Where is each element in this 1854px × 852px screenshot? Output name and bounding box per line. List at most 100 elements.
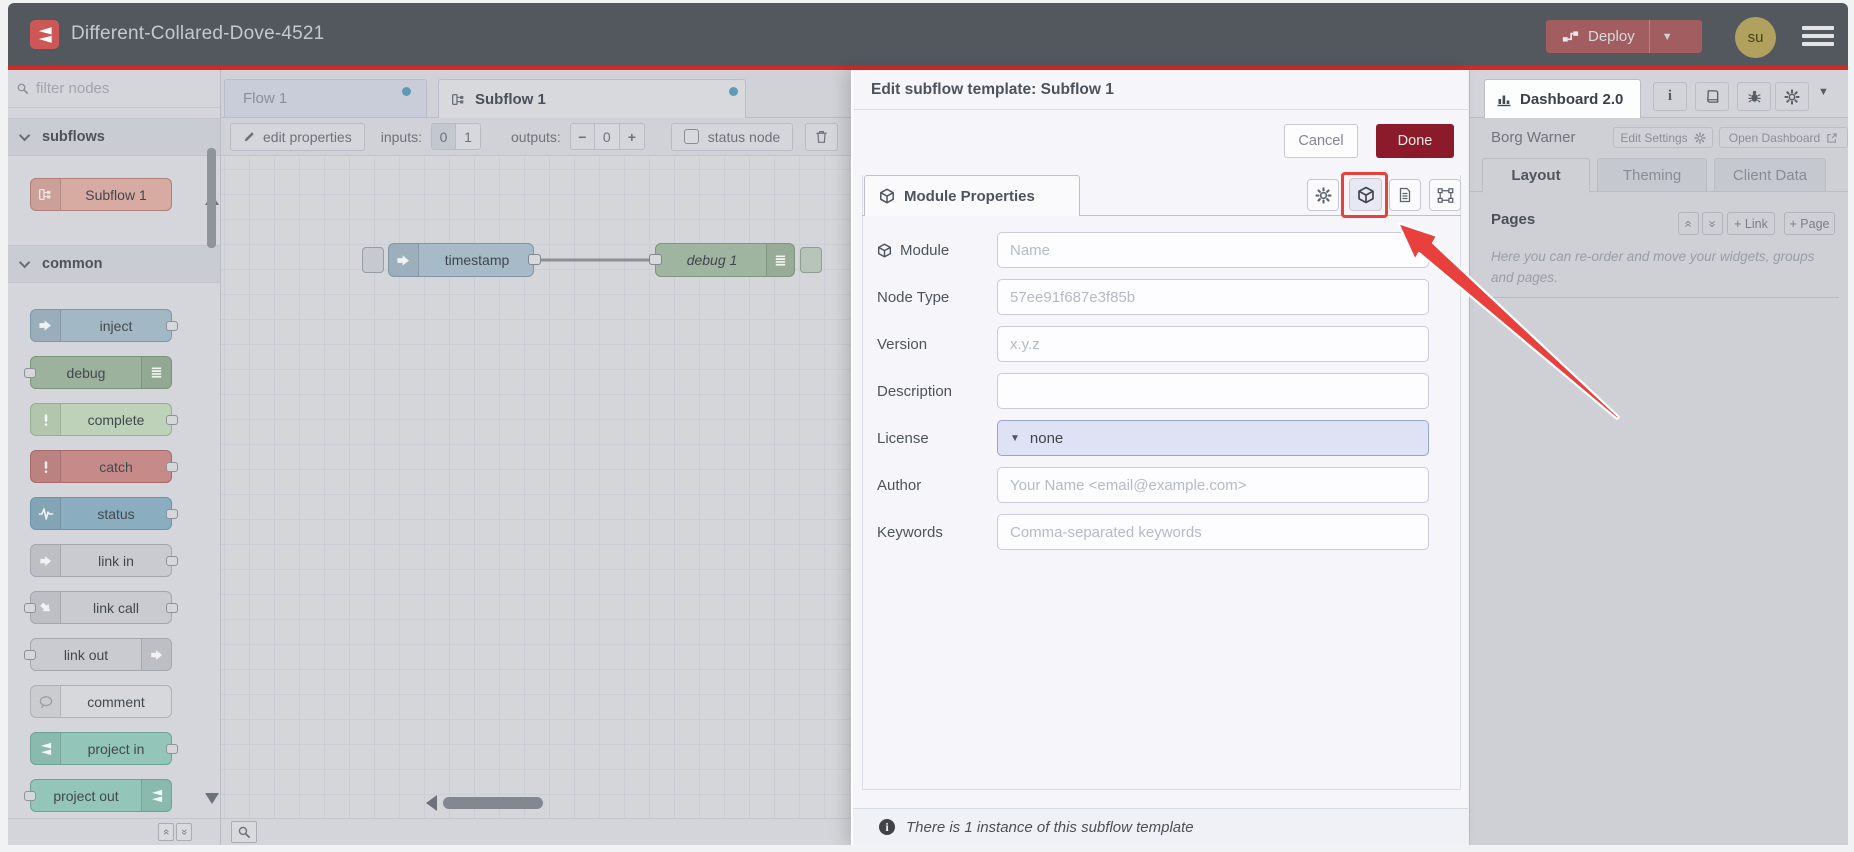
tab-module-properties[interactable]: Module Properties: [864, 175, 1080, 216]
divider: [1491, 297, 1839, 298]
complete-icon: [31, 404, 61, 435]
input-port[interactable]: [649, 254, 662, 265]
palette-node-catch[interactable]: catch: [30, 450, 178, 483]
palette-collapse-up-button[interactable]: «: [158, 823, 174, 841]
canvas-node-timestamp[interactable]: timestamp: [388, 243, 534, 277]
palette-node-subflow-1[interactable]: Subflow 1: [30, 178, 172, 211]
inputs-one-button[interactable]: 1: [455, 123, 481, 150]
trash-icon: [814, 129, 829, 144]
inject-icon: [389, 244, 419, 276]
delete-subflow-button[interactable]: [805, 122, 839, 151]
description-label: Description: [877, 382, 953, 400]
debug-icon: [141, 357, 171, 388]
inject-trigger-button[interactable]: [362, 247, 384, 273]
deploy-button[interactable]: Deploy ▼: [1546, 20, 1702, 53]
canvas-scroll-left-icon[interactable]: [426, 795, 437, 811]
sidebar-more-tabs-button[interactable]: ▼: [1818, 86, 1829, 98]
canvas-horizontal-scrollbar[interactable]: [443, 797, 543, 809]
chevron-down-icon: [18, 256, 31, 269]
project-out-icon: [141, 780, 171, 811]
help-tab-button[interactable]: [1695, 82, 1729, 111]
palette-node-debug[interactable]: debug: [24, 356, 172, 389]
version-input[interactable]: [997, 326, 1429, 362]
config-tab-button[interactable]: [1775, 82, 1809, 111]
open-dashboard-button[interactable]: Open Dashboard: [1719, 127, 1848, 148]
search-icon: [16, 82, 29, 95]
output-port[interactable]: [528, 254, 541, 265]
info-tab-button[interactable]: i: [1653, 82, 1687, 111]
palette-node-project-out[interactable]: project out: [24, 779, 172, 812]
user-avatar[interactable]: su: [1735, 17, 1776, 58]
tab-layout[interactable]: Layout: [1482, 158, 1590, 193]
flow-canvas[interactable]: timestamp debug 1: [221, 156, 851, 818]
tab-client-data[interactable]: Client Data: [1714, 158, 1826, 192]
debug-enable-toggle[interactable]: [800, 247, 822, 273]
output-port: [166, 321, 178, 331]
info-icon: i: [879, 819, 895, 835]
chevron-down-icon: ▼: [1010, 432, 1020, 444]
description-tab-button[interactable]: [1389, 179, 1421, 211]
main-menu-button[interactable]: [1802, 26, 1834, 47]
add-page-button[interactable]: + Page: [1784, 212, 1835, 235]
palette-node-project-in[interactable]: project in: [30, 732, 178, 765]
gear-icon: [1784, 89, 1800, 105]
palette-collapse-down-button[interactable]: »: [176, 823, 192, 841]
done-button[interactable]: Done: [1376, 124, 1454, 158]
author-input[interactable]: [997, 467, 1429, 503]
node-palette: filter nodes subflows Subflow 1 common i…: [8, 70, 221, 818]
palette-node-link-in[interactable]: link in: [30, 544, 178, 577]
add-link-button[interactable]: + Link: [1727, 212, 1775, 235]
edit-properties-tab-button[interactable]: [1307, 179, 1339, 211]
status-node-toggle[interactable]: status node: [670, 122, 794, 151]
palette-scroll-down-icon[interactable]: [205, 793, 219, 804]
external-link-icon: [1826, 132, 1838, 144]
palette-node-status[interactable]: status: [30, 497, 178, 530]
outputs-decrease-button[interactable]: −: [569, 123, 595, 150]
palette-node-link-call[interactable]: link call: [24, 591, 178, 624]
link-out-icon: [141, 639, 171, 670]
canvas-node-debug-1[interactable]: debug 1: [655, 243, 795, 277]
deploy-icon: [1562, 28, 1579, 45]
move-up-button[interactable]: «: [1678, 212, 1699, 235]
node-type-label: Node Type: [877, 288, 950, 306]
unsaved-changes-dot: [402, 87, 411, 96]
palette-node-link-out[interactable]: link out: [24, 638, 172, 671]
palette-scrollbar[interactable]: [207, 148, 216, 248]
bug-icon: [1747, 89, 1762, 104]
input-port: [24, 368, 36, 378]
cube-icon: [879, 188, 895, 204]
module-input[interactable]: [997, 232, 1429, 268]
tab-subflow-1[interactable]: Subflow 1: [438, 79, 746, 118]
palette-search[interactable]: filter nodes: [8, 70, 220, 108]
palette-category-subflows[interactable]: subflows: [8, 118, 220, 156]
appearance-tab-button[interactable]: [1429, 179, 1461, 211]
subflow-icon: [451, 92, 466, 107]
license-select[interactable]: ▼ none: [997, 420, 1429, 456]
project-title: Different-Collared-Dove-4521: [71, 23, 325, 44]
document-icon: [1397, 187, 1413, 203]
debug-tab-button[interactable]: [1737, 82, 1771, 111]
palette-node-complete[interactable]: complete: [30, 403, 178, 436]
edit-properties-button[interactable]: edit properties: [230, 122, 365, 151]
status-node-checkbox[interactable]: [683, 129, 699, 144]
node-type-input[interactable]: [997, 279, 1429, 315]
description-input[interactable]: [997, 373, 1429, 409]
palette-footer: « »: [8, 818, 221, 845]
cancel-button[interactable]: Cancel: [1284, 124, 1358, 158]
edit-settings-button[interactable]: Edit Settings: [1613, 127, 1713, 148]
palette-node-comment[interactable]: comment: [30, 685, 172, 718]
keywords-input[interactable]: [997, 514, 1429, 550]
tab-theming[interactable]: Theming: [1597, 158, 1707, 192]
tab-dashboard-2[interactable]: Dashboard 2.0: [1484, 79, 1641, 118]
output-port: [166, 462, 178, 472]
outputs-increase-button[interactable]: +: [619, 123, 645, 150]
tab-flow-1[interactable]: Flow 1: [224, 79, 427, 117]
palette-category-common[interactable]: common: [8, 245, 220, 283]
inputs-zero-button[interactable]: 0: [430, 123, 456, 150]
object-group-icon: [1437, 187, 1454, 204]
deploy-dropdown[interactable]: ▼: [1648, 20, 1685, 53]
canvas-search-button[interactable]: [231, 821, 257, 843]
output-port: [166, 509, 178, 519]
move-down-button[interactable]: »: [1702, 212, 1723, 235]
palette-node-inject[interactable]: inject: [30, 309, 178, 342]
